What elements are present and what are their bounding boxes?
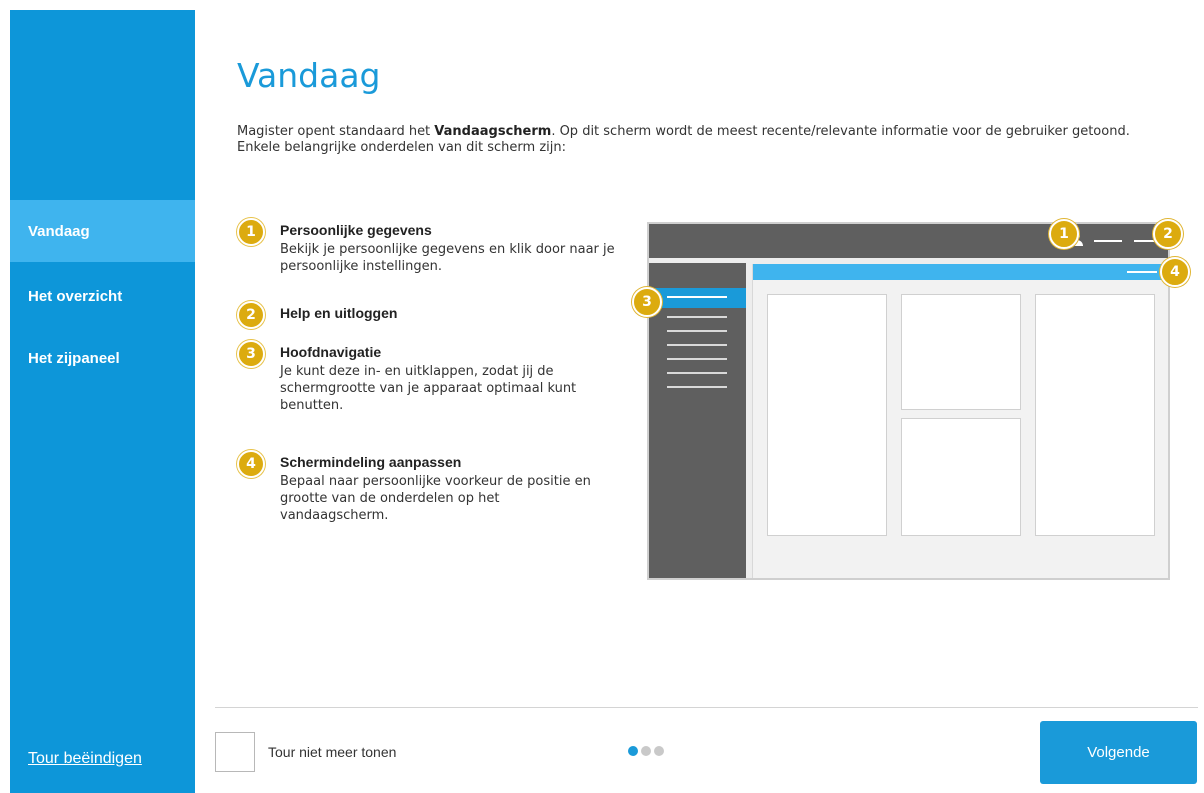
dont-show-tour-label: Tour niet meer tonen [268, 744, 397, 760]
mockup-line [667, 316, 727, 318]
mockup-badge-4: 4 [1160, 257, 1190, 287]
mockup-panel [767, 294, 887, 536]
step-number-badge: 4 [237, 450, 265, 478]
mockup-content-bar [753, 264, 1169, 280]
pagination-dots [628, 746, 664, 756]
step-title: Schermindeling aanpassen [280, 454, 462, 470]
mockup-badge-2: 2 [1153, 219, 1183, 249]
step-title: Help en uitloggen [280, 305, 398, 321]
step-title: Hoofdnavigatie [280, 344, 382, 360]
mockup-main-area [752, 264, 1169, 578]
mockup-panel [1035, 294, 1155, 536]
sidebar-item-label: Het overzicht [28, 287, 123, 305]
intro-text: Magister opent standaard het Vandaagsche… [237, 124, 1167, 156]
step-title: Persoonlijke gegevens [280, 222, 432, 238]
intro-before: Magister opent standaard het [237, 124, 435, 139]
mockup-line [667, 372, 727, 374]
mockup-line [667, 330, 727, 332]
footer-divider [215, 707, 1198, 708]
mockup-line [1094, 240, 1122, 242]
step-1: 1 Persoonlijke gegevens Bekijk je persoo… [237, 218, 637, 288]
step-body: Je kunt deze in- en uitklappen, zodat ji… [280, 364, 577, 413]
sidebar-item-het-zijpaneel[interactable]: Het zijpaneel [10, 327, 195, 389]
mockup-line [667, 296, 727, 298]
pagination-dot[interactable] [628, 746, 638, 756]
sidebar-item-het-overzicht[interactable]: Het overzicht [10, 265, 195, 327]
intro-bold: Vandaagscherm [434, 124, 552, 139]
mockup-line [667, 358, 727, 360]
step-3: 3 Hoofdnavigatie Je kunt deze in- en uit… [237, 340, 637, 430]
pagination-dot[interactable] [641, 746, 651, 756]
step-body: Bepaal naar persoonlijke voorkeur de pos… [280, 474, 591, 523]
step-number-badge: 3 [237, 340, 265, 368]
sidebar-item-label: Vandaag [28, 222, 90, 240]
step-4: 4 Schermindeling aanpassen Bepaal naar p… [237, 450, 637, 540]
page-title: Vandaag [237, 56, 381, 95]
step-2: 2 Help en uitloggen [237, 301, 637, 331]
dont-show-tour-checkbox[interactable] [215, 732, 255, 772]
sidebar: Vandaag Het overzicht Het zijpaneel Tour… [10, 10, 195, 793]
mockup-nav-selected [649, 288, 746, 308]
step-number-badge: 2 [237, 301, 265, 329]
sidebar-item-vandaag[interactable]: Vandaag [10, 200, 195, 262]
pagination-dot[interactable] [654, 746, 664, 756]
end-tour-link[interactable]: Tour beëindigen [28, 750, 142, 768]
mockup-line [667, 344, 727, 346]
mockup-line [667, 386, 727, 388]
mockup-top-bar [649, 224, 1168, 258]
screen-mockup-illustration: 1 2 3 4 [632, 219, 1190, 580]
step-number-badge: 1 [237, 218, 265, 246]
mockup-line [1127, 271, 1157, 273]
mockup-panel [901, 294, 1021, 410]
mockup-side-nav [649, 258, 746, 578]
next-button[interactable]: Volgende [1040, 721, 1197, 784]
mockup-badge-1: 1 [1049, 219, 1079, 249]
step-body: Bekijk je persoonlijke gegevens en klik … [280, 242, 615, 274]
mockup-badge-3: 3 [632, 287, 662, 317]
sidebar-item-label: Het zijpaneel [28, 349, 120, 367]
mockup-panel [901, 418, 1021, 536]
